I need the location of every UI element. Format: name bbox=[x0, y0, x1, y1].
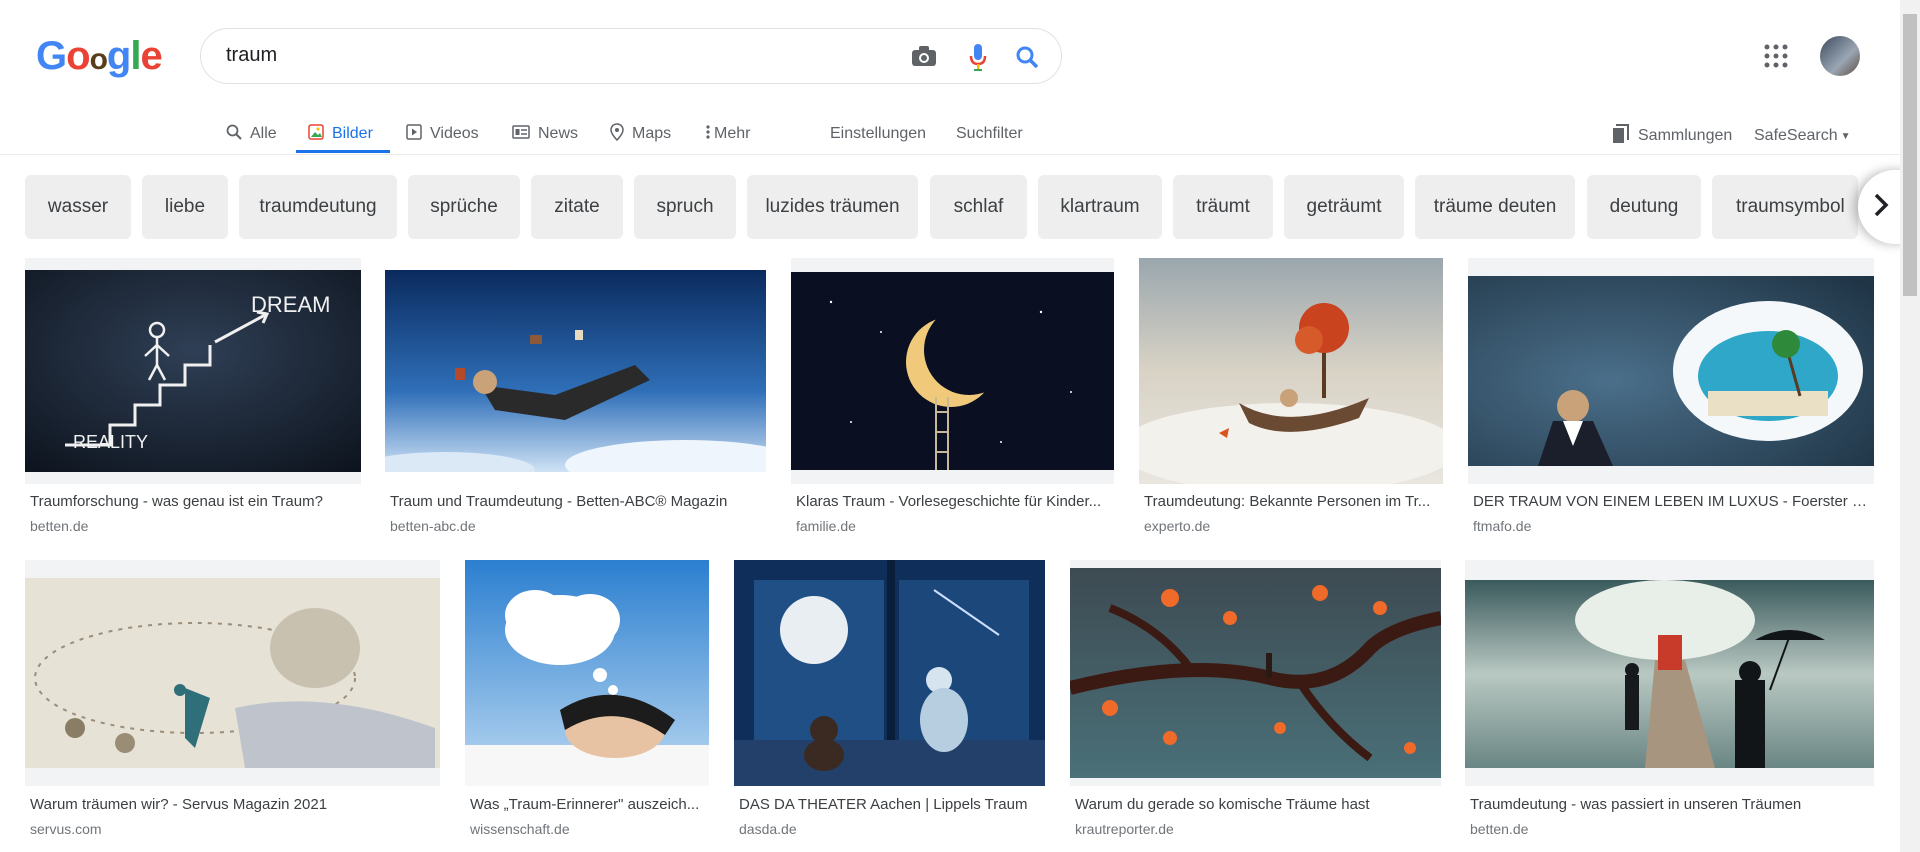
result-thumbnail[interactable] bbox=[734, 560, 1045, 786]
chip[interactable]: zitate bbox=[531, 175, 623, 239]
news-icon bbox=[512, 124, 530, 144]
settings-link[interactable]: Einstellungen bbox=[830, 116, 926, 152]
tab-news[interactable]: News bbox=[512, 116, 578, 152]
result-source[interactable]: wissenschaft.de bbox=[470, 821, 570, 837]
result-source[interactable]: servus.com bbox=[30, 821, 102, 837]
avatar[interactable] bbox=[1820, 36, 1860, 76]
chip[interactable]: wasser bbox=[25, 175, 131, 239]
caret-down-icon: ▼ bbox=[1840, 130, 1851, 142]
chip[interactable]: träume deuten bbox=[1415, 175, 1575, 239]
result-title[interactable]: Traumdeutung: Bekannte Personen im Tr... bbox=[1144, 493, 1440, 510]
tab-maps[interactable]: Maps bbox=[610, 116, 671, 152]
camera-icon[interactable] bbox=[910, 44, 938, 68]
more-icon bbox=[706, 124, 710, 145]
search-filter-link[interactable]: Suchfilter bbox=[956, 116, 1023, 152]
result-source[interactable]: familie.de bbox=[796, 518, 856, 534]
search-icon bbox=[226, 124, 242, 145]
result-source[interactable]: betten.de bbox=[30, 518, 88, 534]
chip[interactable]: klartraum bbox=[1038, 175, 1162, 239]
result-title[interactable]: Warum du gerade so komische Träume hast bbox=[1075, 796, 1441, 813]
bookmark-icon bbox=[1612, 123, 1630, 149]
result-title[interactable]: Traumforschung - was genau ist ein Traum… bbox=[30, 493, 360, 510]
safesearch-dropdown[interactable]: SafeSearch ▼ bbox=[1754, 118, 1851, 154]
tab-mehr[interactable]: Mehr bbox=[706, 116, 750, 152]
result-title[interactable]: Was „Traum-Erinnerer" auszeich... bbox=[470, 796, 706, 813]
tab-alle[interactable]: Alle bbox=[226, 116, 277, 152]
pin-icon bbox=[610, 122, 624, 146]
chip[interactable]: traumdeutung bbox=[239, 175, 397, 239]
result-title[interactable]: Warum träumen wir? - Servus Magazin 2021 bbox=[30, 796, 440, 813]
active-tab-indicator bbox=[296, 150, 390, 153]
result-title[interactable]: DER TRAUM VON EINEM LEBEN IM LUXUS - Foe… bbox=[1473, 493, 1869, 510]
result-source[interactable]: betten-abc.de bbox=[390, 518, 476, 534]
image-text-reality: REALITY bbox=[73, 432, 148, 452]
result-title[interactable]: Klaras Traum - Vorlesegeschichte für Kin… bbox=[796, 493, 1110, 510]
result-thumbnail[interactable] bbox=[1139, 258, 1443, 484]
image-text-dream: DREAM bbox=[251, 292, 330, 317]
chip[interactable]: luzides träumen bbox=[747, 175, 918, 239]
result-source[interactable]: experto.de bbox=[1144, 518, 1210, 534]
result-title[interactable]: DAS DA THEATER Aachen | Lippels Traum bbox=[739, 796, 1045, 813]
play-icon bbox=[406, 123, 422, 145]
chip[interactable]: sprüche bbox=[408, 175, 520, 239]
tab-bilder[interactable]: Bilder bbox=[308, 116, 373, 152]
result-thumbnail[interactable] bbox=[25, 578, 440, 768]
result-thumbnail[interactable]: DREAM REALITY bbox=[25, 270, 361, 472]
chip[interactable]: träumt bbox=[1173, 175, 1273, 239]
search-icon[interactable] bbox=[1014, 44, 1040, 70]
chip[interactable]: schlaf bbox=[930, 175, 1027, 239]
result-thumbnail[interactable] bbox=[1468, 276, 1874, 466]
search-input[interactable]: traum bbox=[226, 44, 277, 67]
result-source[interactable]: krautreporter.de bbox=[1075, 821, 1174, 837]
chip[interactable]: traumsymbol bbox=[1712, 175, 1858, 239]
apps-icon[interactable] bbox=[1764, 44, 1788, 68]
chip[interactable]: liebe bbox=[142, 175, 228, 239]
result-title[interactable]: Traum und Traumdeutung - Betten-ABC® Mag… bbox=[390, 493, 770, 510]
result-thumbnail[interactable] bbox=[791, 272, 1114, 470]
result-thumbnail[interactable] bbox=[1465, 580, 1874, 768]
google-logo[interactable]: Google bbox=[36, 34, 163, 79]
result-source[interactable]: ftmafo.de bbox=[1473, 518, 1531, 534]
chip[interactable]: spruch bbox=[634, 175, 736, 239]
result-title[interactable]: Traumdeutung - was passiert in unseren T… bbox=[1470, 796, 1870, 813]
chip[interactable]: deutung bbox=[1587, 175, 1701, 239]
image-icon bbox=[308, 123, 324, 145]
chip[interactable]: geträumt bbox=[1284, 175, 1404, 239]
result-thumbnail[interactable] bbox=[385, 270, 766, 472]
header-divider bbox=[0, 154, 1900, 155]
result-thumbnail[interactable] bbox=[1070, 568, 1441, 778]
scrollbar-thumb[interactable] bbox=[1903, 14, 1917, 296]
tab-videos[interactable]: Videos bbox=[406, 116, 479, 152]
result-thumbnail[interactable] bbox=[465, 560, 709, 786]
chevron-right-icon bbox=[1872, 192, 1890, 223]
mic-icon[interactable] bbox=[966, 42, 990, 72]
collections-link[interactable]: Sammlungen bbox=[1612, 118, 1732, 154]
result-source[interactable]: dasda.de bbox=[739, 821, 797, 837]
result-source[interactable]: betten.de bbox=[1470, 821, 1528, 837]
